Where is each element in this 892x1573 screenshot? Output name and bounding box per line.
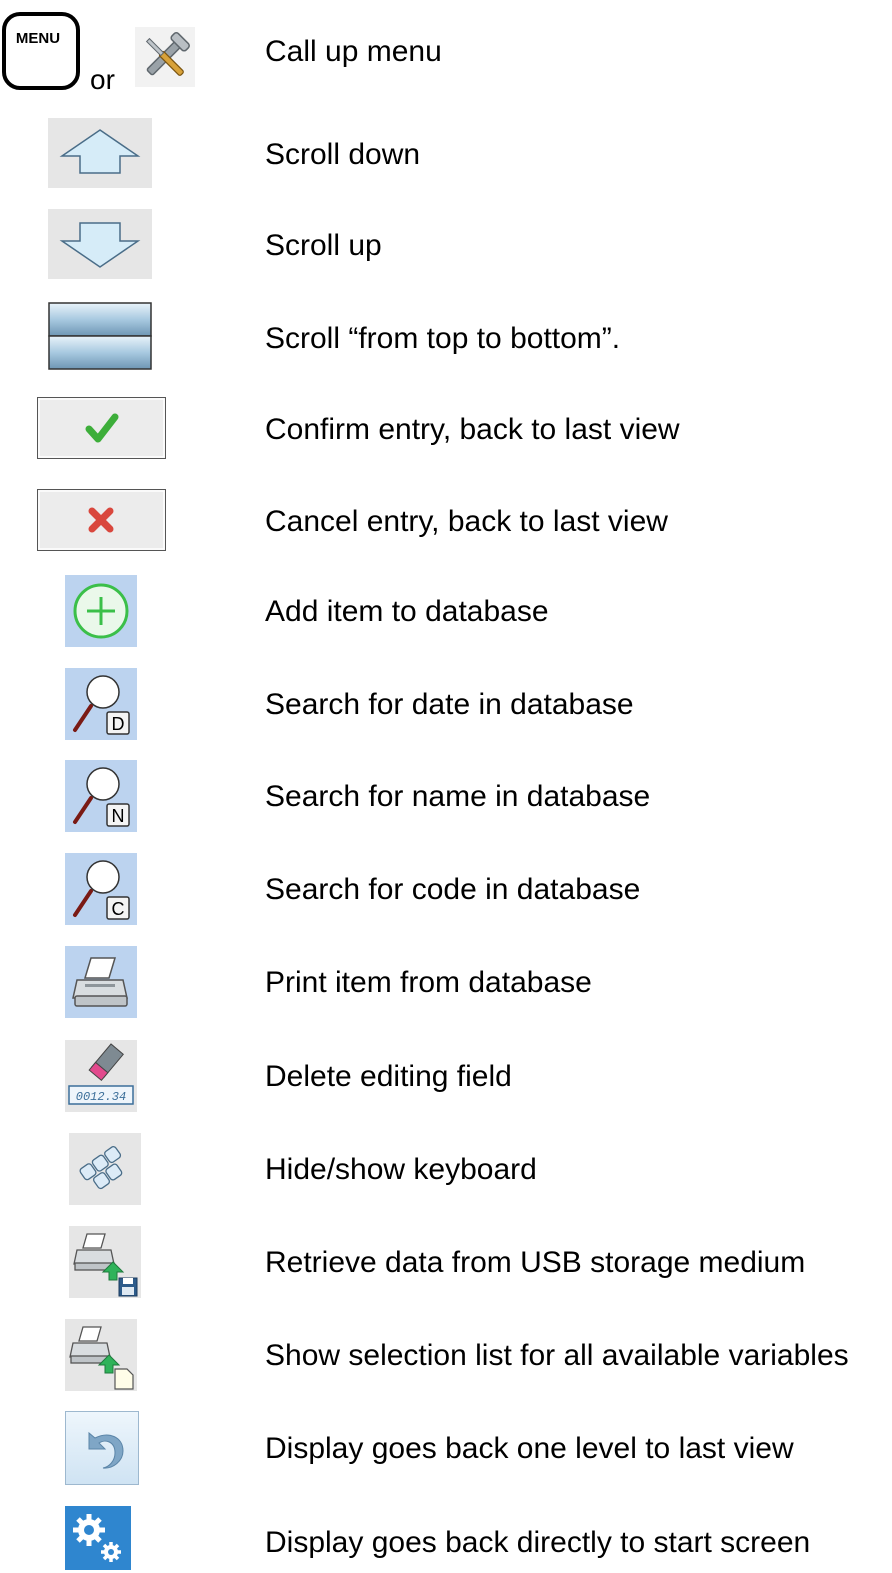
- icon-row: Print item from database: [0, 946, 892, 1020]
- icon-row: Confirm entry, back to last view: [0, 397, 892, 461]
- icon-row: N Search for name in database: [0, 760, 892, 834]
- search-date-icon[interactable]: D: [65, 668, 137, 740]
- arrow-down-icon[interactable]: [48, 209, 152, 279]
- menu-label: Call up menu: [265, 35, 442, 68]
- plus-circle-icon[interactable]: [65, 575, 137, 647]
- svg-text:MENU: MENU: [16, 30, 60, 47]
- eraser-icon[interactable]: 0012.34: [65, 1040, 137, 1112]
- or-text: or: [90, 64, 115, 95]
- usb-retrieve-icon[interactable]: [69, 1226, 141, 1298]
- icon-row: Cancel entry, back to last view: [0, 489, 892, 553]
- checkmark-icon[interactable]: [37, 397, 166, 459]
- keyboard-icon[interactable]: [69, 1133, 141, 1205]
- cross-icon[interactable]: [37, 489, 166, 551]
- tools-icon[interactable]: [135, 27, 195, 87]
- arrow-up-icon[interactable]: [48, 118, 152, 188]
- row-label: Cancel entry, back to last view: [265, 505, 668, 538]
- row-label: Search for name in database: [265, 780, 651, 813]
- row-label: Confirm entry, back to last view: [265, 413, 680, 446]
- scroll-bars-icon[interactable]: [48, 302, 152, 370]
- search-name-icon[interactable]: N: [65, 760, 137, 832]
- row-label: Show selection list for all available va…: [265, 1339, 849, 1372]
- icon-row: Display goes back directly to start scre…: [0, 1506, 892, 1573]
- menu-key-icon[interactable]: MENU: [2, 12, 80, 90]
- svg-text:0012.34: 0012.34: [76, 1090, 126, 1104]
- back-arrow-icon[interactable]: [65, 1411, 139, 1485]
- icon-row: 0012.34 Delete editing field: [0, 1040, 892, 1114]
- row-label: Scroll “from top to bottom”.: [265, 322, 621, 355]
- svg-text:C: C: [112, 899, 125, 919]
- row-label: Display goes back directly to start scre…: [265, 1526, 811, 1559]
- icon-row: Scroll up: [0, 209, 892, 281]
- icon-row: C Search for code in database: [0, 853, 892, 927]
- row-label: Search for code in database: [265, 873, 641, 906]
- row-label: Display goes back one level to last view: [265, 1432, 794, 1465]
- icon-row: Display goes back one level to last view: [0, 1411, 892, 1487]
- svg-text:N: N: [112, 806, 125, 826]
- row-label: Hide/show keyboard: [265, 1153, 537, 1186]
- icon-row: Show selection list for all available va…: [0, 1319, 892, 1393]
- row-label: Add item to database: [265, 595, 549, 628]
- row-label: Search for date in database: [265, 688, 634, 721]
- row-label: Scroll down: [265, 138, 421, 171]
- icon-row: D Search for date in database: [0, 668, 892, 742]
- row-label: Print item from database: [265, 966, 592, 999]
- icon-row: Retrieve data from USB storage medium: [0, 1226, 892, 1300]
- row-label: Delete editing field: [265, 1060, 512, 1093]
- svg-text:D: D: [112, 714, 125, 734]
- variables-list-icon[interactable]: [65, 1319, 137, 1391]
- search-code-icon[interactable]: C: [65, 853, 137, 925]
- menu-row: MENU or Call up menu: [0, 0, 892, 100]
- row-label: Scroll up: [265, 229, 382, 262]
- icon-row: Add item to database: [0, 575, 892, 649]
- home-gears-icon[interactable]: [65, 1506, 131, 1570]
- icon-row: Hide/show keyboard: [0, 1133, 892, 1207]
- icon-row: Scroll down: [0, 118, 892, 190]
- row-label: Retrieve data from USB storage medium: [265, 1246, 806, 1279]
- icon-row: Scroll “from top to bottom”.: [0, 302, 892, 372]
- printer-icon[interactable]: [65, 946, 137, 1018]
